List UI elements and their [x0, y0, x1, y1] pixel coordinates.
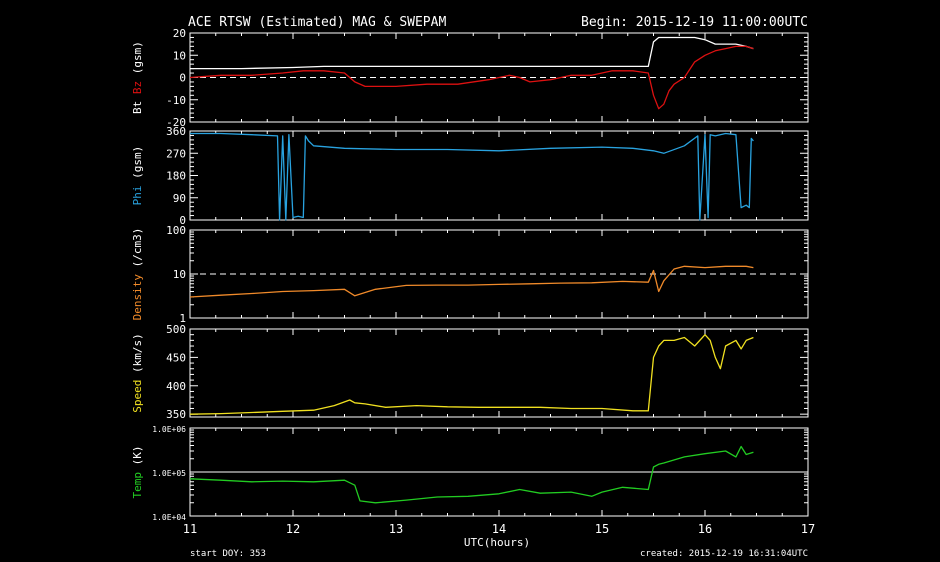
y-tick-label: 270 — [166, 147, 186, 160]
y-tick-label: 350 — [166, 408, 186, 421]
y-tick-label: 10 — [173, 268, 186, 281]
y-axis-label-part: (/cm3) — [131, 228, 144, 274]
y-tick-label: 100 — [166, 224, 186, 237]
y-axis-label-density: Density (/cm3) — [131, 228, 144, 321]
y-tick-label: 1.0E+04 — [152, 513, 186, 522]
x-tick-label: 14 — [492, 522, 506, 536]
ace-rtsw-chart: ACE RTSW (Estimated) MAG & SWEPAM Begin:… — [0, 0, 940, 562]
y-tick-label: 450 — [166, 351, 186, 364]
y-axis-label-part: Phi — [131, 185, 144, 205]
y-tick-label: 1.0E+05 — [152, 469, 186, 478]
y-axis-label-part: (gsm) — [131, 146, 144, 186]
y-tick-label: 400 — [166, 380, 186, 393]
y-axis-label-part: (gsm) — [131, 41, 144, 81]
y-tick-label: 360 — [166, 125, 186, 138]
y-axis-label-part: Temp — [131, 472, 144, 499]
y-axis-label-part: Speed — [131, 380, 144, 413]
x-tick-label: 16 — [698, 522, 712, 536]
y-axis-label-part: Bz — [131, 81, 144, 101]
y-axis-label-temp: Temp (K) — [131, 446, 144, 499]
chart-title: ACE RTSW (Estimated) MAG & SWEPAM — [188, 15, 446, 30]
created-time: created: 2015-12-19 16:31:04UTC — [640, 549, 808, 559]
y-tick-label: 180 — [166, 170, 186, 183]
begin-time: Begin: 2015-12-19 11:00:00UTC — [581, 15, 808, 30]
y-tick-label: 10 — [173, 49, 186, 62]
y-axis-label-mag: Bt Bz (gsm) — [131, 41, 144, 114]
start-doy: start DOY: 353 — [190, 549, 266, 559]
y-axis-label-speed: Speed (km/s) — [131, 333, 144, 412]
y-tick-label: 20 — [173, 27, 186, 40]
x-tick-label: 13 — [389, 522, 403, 536]
y-axis-label-phi: Phi (gsm) — [131, 146, 144, 206]
y-axis-label-part: (K) — [131, 446, 144, 473]
y-tick-label: 1.0E+06 — [152, 425, 186, 434]
x-tick-label: 11 — [183, 522, 197, 536]
x-tick-label: 12 — [286, 522, 300, 536]
y-tick-label: 90 — [173, 192, 186, 205]
y-tick-label: -10 — [166, 94, 186, 107]
y-tick-label: 500 — [166, 323, 186, 336]
y-axis-label-part: (km/s) — [131, 333, 144, 379]
y-axis-label-part: Density — [131, 274, 144, 321]
x-tick-label: 15 — [595, 522, 609, 536]
x-tick-label: 17 — [801, 522, 815, 536]
y-axis-label-part: Bt — [131, 101, 144, 114]
y-tick-label: 0 — [179, 72, 186, 85]
x-axis-label: UTC(hours) — [464, 536, 530, 549]
